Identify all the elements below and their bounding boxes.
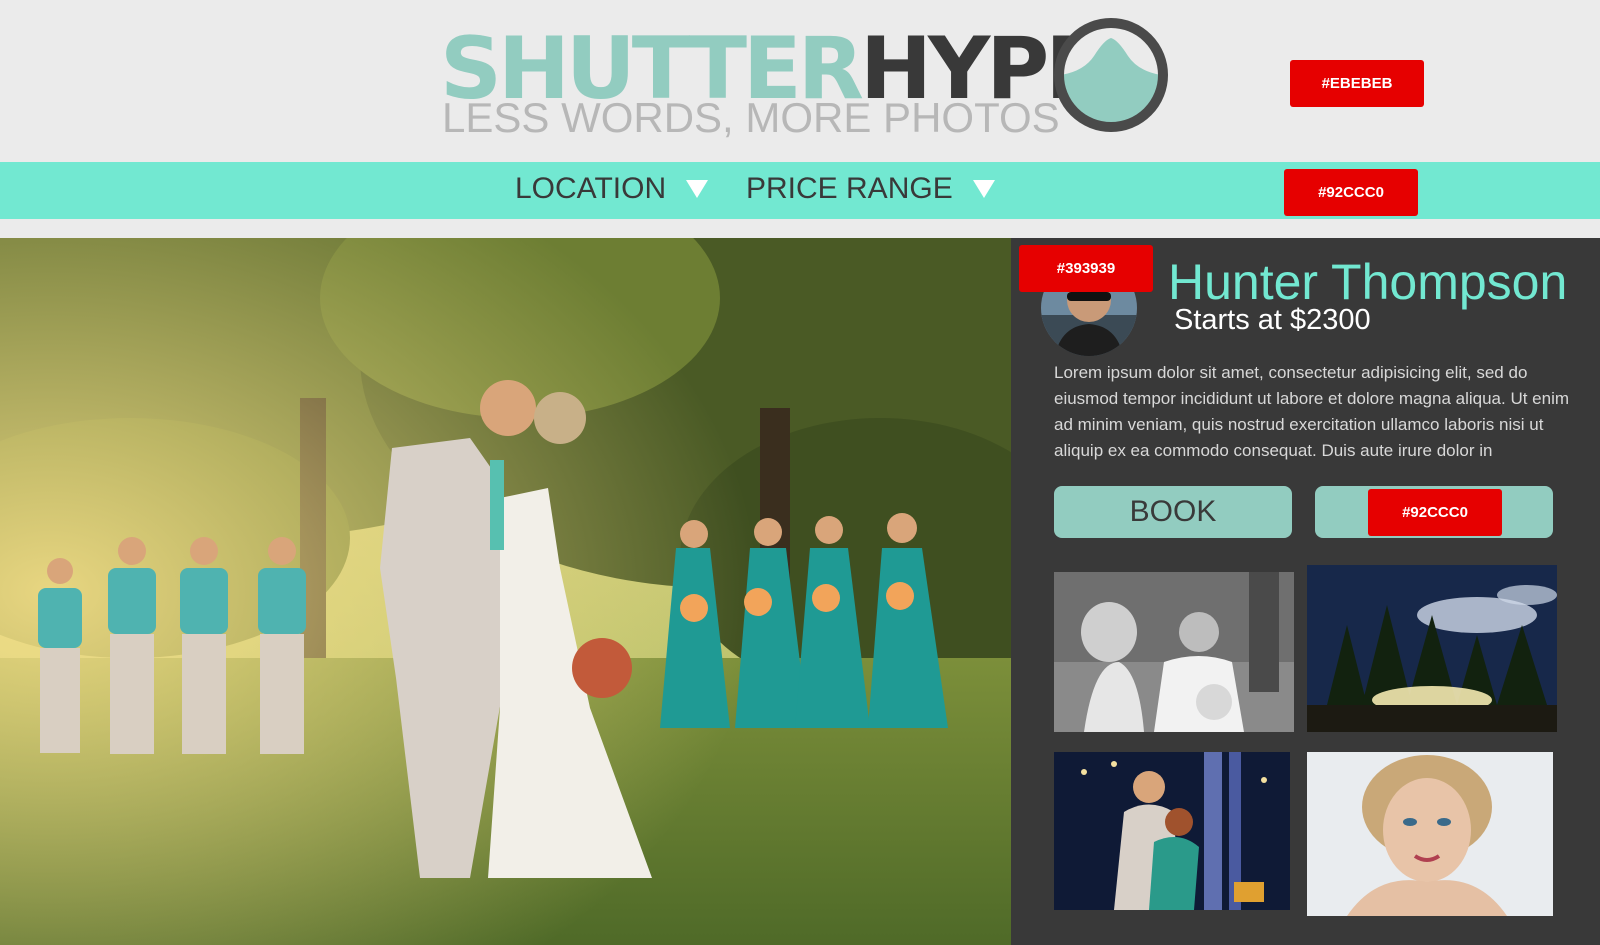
mountain-logo-icon <box>1054 18 1168 132</box>
logo-tagline: LESS WORDS, MORE PHOTOS <box>442 94 1060 141</box>
thumb-image <box>1307 565 1557 732</box>
dropdown-triangle-icon <box>686 180 709 198</box>
header: SHUTTERHYPE LESS WORDS, MORE PHOTOS #EBE… <box>0 0 1600 160</box>
gallery-thumb-dance[interactable] <box>1054 752 1290 910</box>
location-label: LOCATION <box>515 172 667 205</box>
thumb-image <box>1054 752 1290 910</box>
hero-wedding-photo[interactable] <box>0 238 1011 945</box>
color-tag-button: #92CCC0 <box>1368 489 1502 536</box>
starting-price: Starts at $2300 <box>1174 304 1371 336</box>
photographer-description: Lorem ipsum dolor sit amet, consectetur … <box>1054 363 1570 460</box>
photographer-name[interactable]: Hunter Thompson <box>1168 253 1567 311</box>
dropdown-triangle-icon <box>972 180 995 198</box>
shutterhype-logo[interactable]: SHUTTERHYPE LESS WORDS, MORE PHOTOS <box>440 16 1180 141</box>
thumb-image <box>1307 752 1553 916</box>
gallery-thumb-night-trees[interactable] <box>1307 565 1557 732</box>
price-range-dropdown[interactable]: PRICE RANGE <box>746 172 995 206</box>
thumb-image <box>1054 572 1294 732</box>
book-button[interactable]: BOOK <box>1054 486 1292 538</box>
photographer-panel: #393939 Hunter Thompson Starts at $2300 … <box>1011 238 1600 945</box>
price-range-label: PRICE RANGE <box>746 172 953 205</box>
color-tag-panel: #393939 <box>1019 245 1153 292</box>
wedding-photo-image <box>0 238 1011 945</box>
color-tag-header: #EBEBEB <box>1290 60 1424 107</box>
location-dropdown[interactable]: LOCATION <box>515 172 709 206</box>
filter-nav-bar: LOCATION PRICE RANGE #92CCC0 <box>0 162 1600 219</box>
gallery-thumb-bride-portrait[interactable] <box>1307 752 1553 916</box>
color-tag-nav: #92CCC0 <box>1284 169 1418 216</box>
gallery-thumb-bw-couple[interactable] <box>1054 572 1294 732</box>
